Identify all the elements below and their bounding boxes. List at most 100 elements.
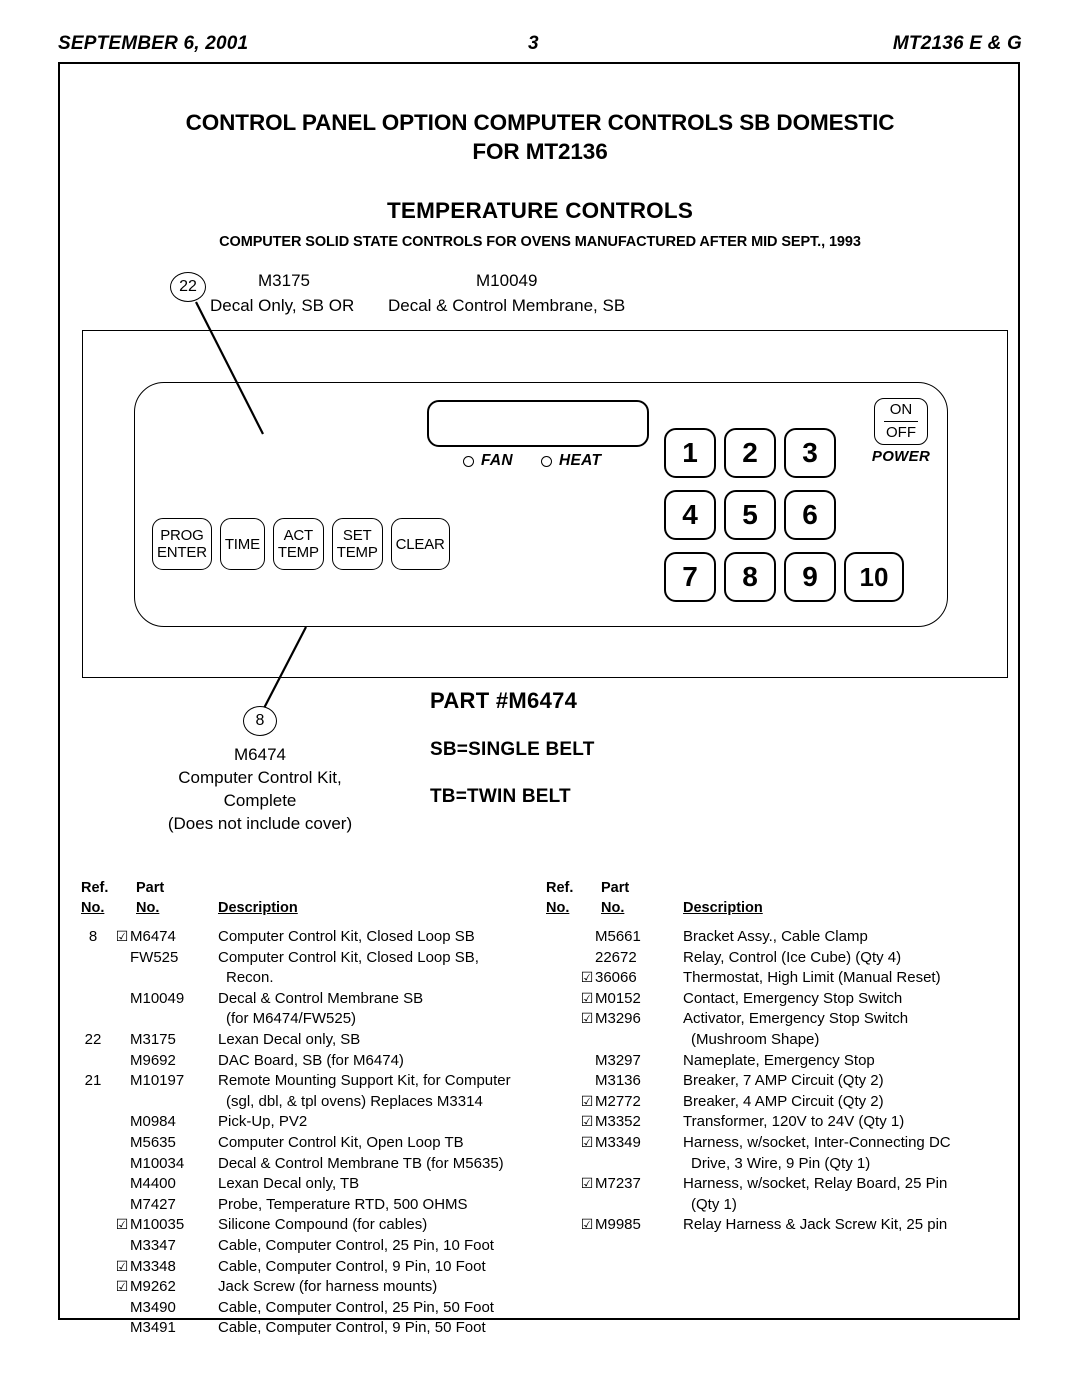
cell-part-no: M5635 [130,1133,176,1151]
cell-part-no: M3490 [130,1298,176,1316]
table-row: (sgl, dbl, & tpl ovens) Replaces M3314 [78,1093,543,1114]
cell-description: Computer Control Kit, Closed Loop SB, [218,948,479,966]
act-temp-key-line2: TEMP [277,544,319,561]
table-row: ☑ M9262 Jack Screw (for harness mounts) [78,1278,543,1299]
balloon-8: 8 [243,706,277,736]
callout-22-desc-b: Decal & Control Membrane, SB [388,296,626,315]
numeric-key-6[interactable]: 6 [784,490,836,540]
table-row: M0984 Pick-Up, PV2 [78,1113,543,1134]
header-model: MT2136 E & G [892,33,1022,54]
table-row: M5635 Computer Control Kit, Open Loop TB [78,1134,543,1155]
table-row: 8 ☑ M6474 Computer Control Kit, Closed Loop… [78,928,543,949]
checked-box-icon: ☑ [580,1113,594,1130]
table-row: ☑ M2772 Breaker, 4 AMP Circuit (Qty 2) [543,1093,1008,1114]
table-row: M10034 Decal & Control Membrane TB (for M… [78,1155,543,1176]
parts-table-left-rows: 8 ☑ M6474 Computer Control Kit, Closed Loop… [78,928,543,1340]
header-date: SEPTEMBER 6, 2001 [58,33,249,54]
numeric-key-1[interactable]: 1 [664,428,716,478]
cell-ref-no: 21 [84,1072,102,1090]
cell-description: Drive, 3 Wire, 9 Pin (Qty 1) [691,1154,871,1172]
cell-part-no: M10035 [130,1216,185,1234]
header-part-line1: Part [136,880,165,896]
table-row: ☑ M3349 Harness, w/socket, Inter-Connectin… [543,1134,1008,1155]
fan-indicator-label: FAN [481,452,513,469]
page-title: CONTROL PANEL OPTION COMPUTER CONTROLS S… [100,108,980,166]
fan-indicator: FAN [463,452,513,470]
clear-key[interactable]: CLEAR [390,518,450,570]
cell-description: (sgl, dbl, & tpl ovens) Replaces M3314 [226,1092,483,1110]
legend-tb: TB=TWIN BELT [430,786,571,807]
parts-table-right-column: Ref. No. Part No. Description M5661 Brack… [543,880,1008,1340]
cell-description: Probe, Temperature RTD, 500 OHMS [218,1195,468,1213]
numeric-key-9[interactable]: 9 [784,552,836,602]
cell-description: DAC Board, SB (for M6474) [218,1051,404,1069]
heat-indicator-label: HEAT [559,452,602,469]
cell-part-no: M3296 [595,1010,641,1028]
cell-description: Jack Screw (for harness mounts) [218,1278,438,1296]
callout-8-desc-line3: (Does not include cover) [167,814,353,833]
checked-box-icon: ☑ [580,1092,594,1109]
set-temp-key[interactable]: SET TEMP [331,518,383,570]
checked-box-icon: ☑ [580,1133,594,1150]
cell-description: (Qty 1) [691,1195,737,1213]
numeric-key-7[interactable]: 7 [664,552,716,602]
table-row: ☑ M3352 Transformer, 120V to 24V (Qty 1) [543,1113,1008,1134]
table-row: 22672 Relay, Control (Ice Cube) (Qty 4) [543,949,1008,970]
numeric-key-5[interactable]: 5 [724,490,776,540]
page-title-line1: CONTROL PANEL OPTION COMPUTER CONTROLS S… [185,110,895,135]
prog-enter-key[interactable]: PROG ENTER [152,518,212,570]
cell-part-no: M3491 [130,1319,176,1337]
parts-table-right-rows: M5661 Bracket Assy., Cable Clamp 22672 Rela… [543,928,1008,1237]
callout-8-part: M6474 [234,745,286,764]
callout-22-part-a: M3175 [258,271,310,290]
status-indicators: FAN HEAT [463,452,663,474]
table-row: M4400 Lexan Decal only, TB [78,1175,543,1196]
numeric-key-4[interactable]: 4 [664,490,716,540]
table-row: M3491 Cable, Computer Control, 9 Pin, 50 … [78,1319,543,1340]
table-row: 21 M10197 Remote Mounting Support Kit, for… [78,1072,543,1093]
cell-description: Relay Harness & Jack Screw Kit, 25 pin [683,1216,948,1234]
cell-description: Lexan Decal only, TB [218,1175,360,1193]
cell-part-no: FW525 [130,948,179,966]
cell-part-no: M7427 [130,1195,176,1213]
cell-part-no: 36066 [595,969,637,987]
part-legend: PART #M6474 SB=SINGLE BELT TB=TWIN BELT [430,688,760,808]
table-row: (Mushroom Shape) [543,1031,1008,1052]
legend-part-number: PART #M6474 [430,688,578,713]
cell-description: Bracket Assy., Cable Clamp [683,928,868,945]
cell-part-no: M0152 [595,989,641,1007]
cell-part-no: M10197 [130,1072,185,1090]
power-on-off-button[interactable]: ON OFF [874,398,928,445]
table-row: ☑ M10035 Silicone Compound (for cables) [78,1216,543,1237]
checked-box-icon: ☑ [580,1010,594,1027]
cell-part-no: M2772 [595,1092,641,1110]
numeric-key-2[interactable]: 2 [724,428,776,478]
checked-box-icon: ☑ [115,928,129,944]
time-key-line1: TIME [224,535,260,553]
act-temp-key[interactable]: ACT TEMP [272,518,324,570]
cell-description: (Mushroom Shape) [691,1030,820,1048]
table-row: M3297 Nameplate, Emergency Stop [543,1052,1008,1073]
header-ref-line2: No. [81,900,105,916]
cell-part-no: M5661 [595,928,641,945]
numeric-key-3[interactable]: 3 [784,428,836,478]
numeric-key-8[interactable]: 8 [724,552,776,602]
table-row: ☑ M3348 Cable, Computer Control, 9 Pin, 10… [78,1258,543,1279]
callout-8-desc-line1: Computer Control Kit, [178,768,342,787]
cell-description: Breaker, 4 AMP Circuit (Qty 2) [683,1092,884,1110]
cell-part-no: M3349 [595,1133,641,1151]
time-key[interactable]: TIME [219,518,265,570]
checked-box-icon: ☑ [115,1278,129,1295]
power-on-label: ON [883,400,919,422]
callout-22-part-b: M10049 [476,271,538,290]
checked-box-icon: ☑ [580,989,594,1006]
header-ref-line1-right: Ref. [546,880,574,896]
numeric-key-10[interactable]: 10 [844,552,904,602]
callout-22-desc-a: Decal Only, SB OR [210,296,355,315]
cell-part-no: 22672 [595,948,637,966]
power-off-label: OFF [886,424,916,441]
table-row: FW525 Computer Control Kit, Closed Loop S… [78,949,543,970]
cell-description: Pick-Up, PV2 [218,1113,308,1131]
table-row: M10049 Decal & Control Membrane SB [78,990,543,1011]
prog-enter-key-line2: ENTER [157,544,207,561]
